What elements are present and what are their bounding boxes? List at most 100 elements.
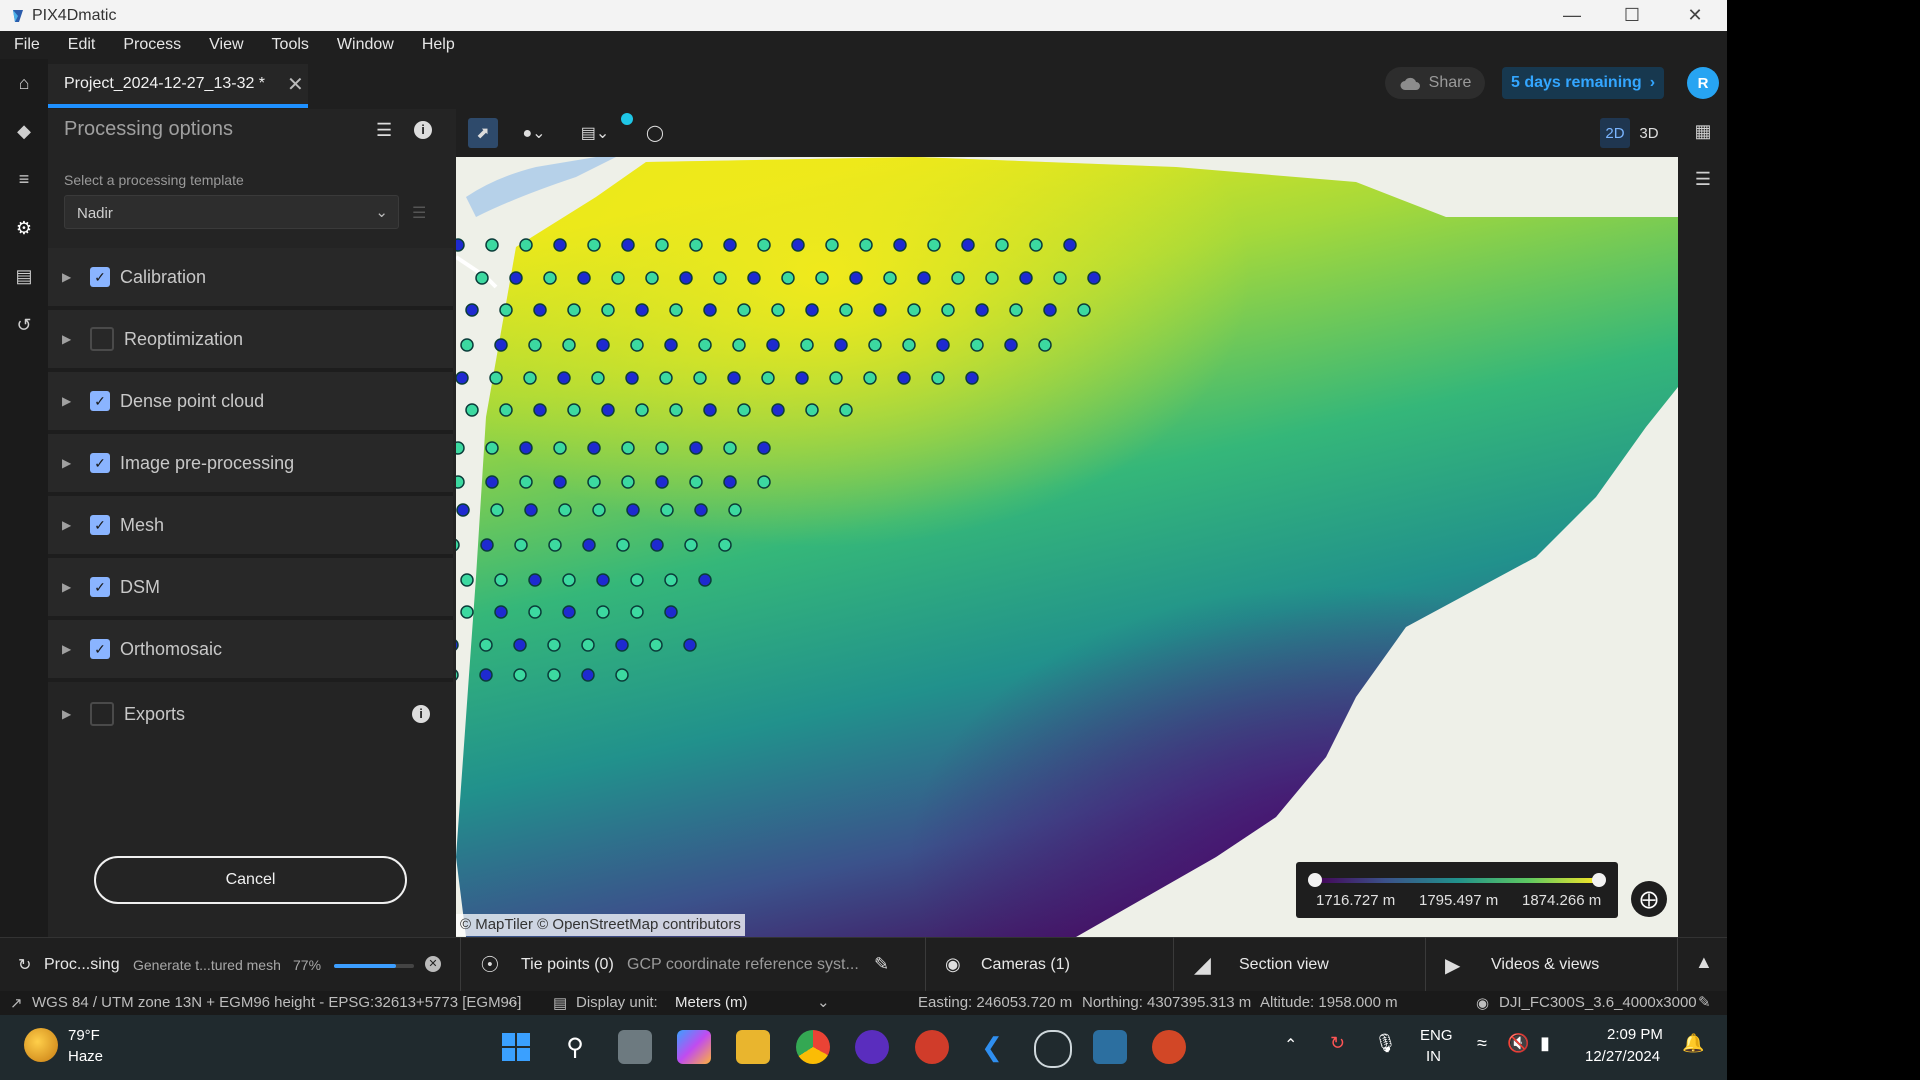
info-icon[interactable]: i: [414, 121, 432, 139]
camera-marker[interactable]: [548, 538, 562, 552]
camera-marker[interactable]: [951, 271, 965, 285]
report-icon[interactable]: ▤: [12, 264, 36, 288]
chevron-down-icon[interactable]: ⌄: [817, 993, 830, 1011]
share-button[interactable]: Share: [1385, 67, 1485, 99]
camera-marker[interactable]: [524, 503, 538, 517]
camera-marker[interactable]: [664, 573, 678, 587]
checkbox-dense-point-cloud[interactable]: ✓: [90, 391, 110, 411]
task-view-icon[interactable]: [618, 1030, 652, 1064]
map-view[interactable]: Southeast Road: [456, 157, 1678, 937]
camera-marker[interactable]: [557, 371, 571, 385]
camera-marker[interactable]: [480, 538, 494, 552]
camera-marker[interactable]: [460, 573, 474, 587]
vscode-icon[interactable]: ❮: [975, 1030, 1009, 1064]
camera-marker[interactable]: [927, 238, 941, 252]
start-icon[interactable]: [499, 1030, 533, 1064]
camera-marker[interactable]: [1077, 303, 1091, 317]
camera-marker[interactable]: [625, 371, 639, 385]
menu-view[interactable]: View: [195, 36, 257, 54]
template-list-icon[interactable]: ☰: [412, 203, 426, 223]
camera-marker[interactable]: [965, 371, 979, 385]
camera-marker[interactable]: [456, 503, 470, 517]
close-tab-icon[interactable]: ✕: [287, 72, 304, 97]
battery-icon[interactable]: ▮: [1540, 1033, 1550, 1054]
checkbox-exports[interactable]: [90, 702, 114, 726]
camera-marker[interactable]: [621, 441, 635, 455]
camera-marker[interactable]: [547, 668, 561, 682]
camera-marker[interactable]: [659, 371, 673, 385]
camera-marker[interactable]: [883, 271, 897, 285]
chrome-icon[interactable]: [796, 1030, 830, 1064]
camera-marker[interactable]: [460, 605, 474, 619]
camera-marker[interactable]: [460, 338, 474, 352]
camera-marker[interactable]: [499, 303, 513, 317]
camera-marker[interactable]: [558, 503, 572, 517]
camera-marker[interactable]: [694, 503, 708, 517]
camera-marker[interactable]: [528, 338, 542, 352]
camera-marker[interactable]: [975, 303, 989, 317]
camera-marker[interactable]: [543, 271, 557, 285]
camera-marker[interactable]: [985, 271, 999, 285]
camera-marker[interactable]: [902, 338, 916, 352]
camera-marker[interactable]: [630, 573, 644, 587]
camera-marker[interactable]: [479, 638, 493, 652]
display-unit-value[interactable]: Meters (m): [675, 994, 748, 1011]
cancel-button[interactable]: Cancel: [94, 856, 407, 904]
camera-marker[interactable]: [494, 338, 508, 352]
camera-marker[interactable]: [630, 605, 644, 619]
collapse-panel-icon[interactable]: ▲: [1695, 952, 1713, 973]
camera-marker[interactable]: [970, 338, 984, 352]
camera-marker[interactable]: [465, 303, 479, 317]
camera-marker[interactable]: [917, 271, 931, 285]
clock-date[interactable]: 12/27/2024: [1585, 1048, 1660, 1065]
edit-icon[interactable]: ✎: [874, 954, 889, 975]
camera-marker[interactable]: [839, 303, 853, 317]
camera-marker[interactable]: [490, 503, 504, 517]
weather-icon[interactable]: [24, 1028, 58, 1062]
camera-marker[interactable]: [587, 238, 601, 252]
file-explorer-icon[interactable]: [736, 1030, 770, 1064]
camera-marker[interactable]: [1063, 238, 1077, 252]
camera-marker[interactable]: [494, 605, 508, 619]
camera-marker[interactable]: [1009, 303, 1023, 317]
pix4d-taskbar-icon[interactable]: [1034, 1030, 1072, 1068]
exports-info-icon[interactable]: i: [412, 705, 430, 723]
camera-marker[interactable]: [519, 475, 533, 489]
camera-marker[interactable]: [592, 503, 606, 517]
camera-marker[interactable]: [547, 638, 561, 652]
app-cube-icon[interactable]: [1093, 1030, 1127, 1064]
camera-marker[interactable]: [825, 238, 839, 252]
camera-marker[interactable]: [655, 441, 669, 455]
tie-points-label[interactable]: Tie points (0): [521, 956, 614, 974]
expand-triangle-icon[interactable]: ▶: [62, 456, 80, 470]
expand-triangle-icon[interactable]: ▶: [62, 580, 80, 594]
maximize-button[interactable]: ☐: [1602, 0, 1662, 31]
menu-process[interactable]: Process: [109, 36, 195, 54]
camera-marker[interactable]: [669, 403, 683, 417]
camera-marker[interactable]: [669, 303, 683, 317]
tab-project[interactable]: Project_2024-12-27_13-32 * ✕: [48, 64, 308, 108]
gear-icon[interactable]: ⚙: [12, 216, 36, 240]
camera-marker[interactable]: [1043, 303, 1057, 317]
camera-marker[interactable]: [723, 238, 737, 252]
camera-marker[interactable]: [737, 303, 751, 317]
camera-marker[interactable]: [757, 441, 771, 455]
minimize-button[interactable]: —: [1542, 0, 1602, 31]
camera-marker[interactable]: [859, 238, 873, 252]
camera-marker[interactable]: [533, 303, 547, 317]
edit-camera-icon[interactable]: ✎: [1698, 993, 1711, 1011]
menu-file[interactable]: File: [0, 36, 54, 54]
powerpoint-icon[interactable]: [1152, 1030, 1186, 1064]
camera-marker[interactable]: [587, 441, 601, 455]
camera-marker[interactable]: [596, 573, 610, 587]
camera-marker[interactable]: [795, 371, 809, 385]
camera-marker[interactable]: [519, 441, 533, 455]
image-icon[interactable]: ▦: [1691, 119, 1715, 143]
polygon-tool-icon[interactable]: ◯: [640, 118, 670, 148]
checkbox-orthomosaic[interactable]: ✓: [90, 639, 110, 659]
camera-marker[interactable]: [475, 271, 489, 285]
camera-marker[interactable]: [703, 303, 717, 317]
camera-marker[interactable]: [621, 475, 635, 489]
recenter-icon[interactable]: ⨁: [1631, 881, 1667, 917]
camera-marker[interactable]: [645, 271, 659, 285]
